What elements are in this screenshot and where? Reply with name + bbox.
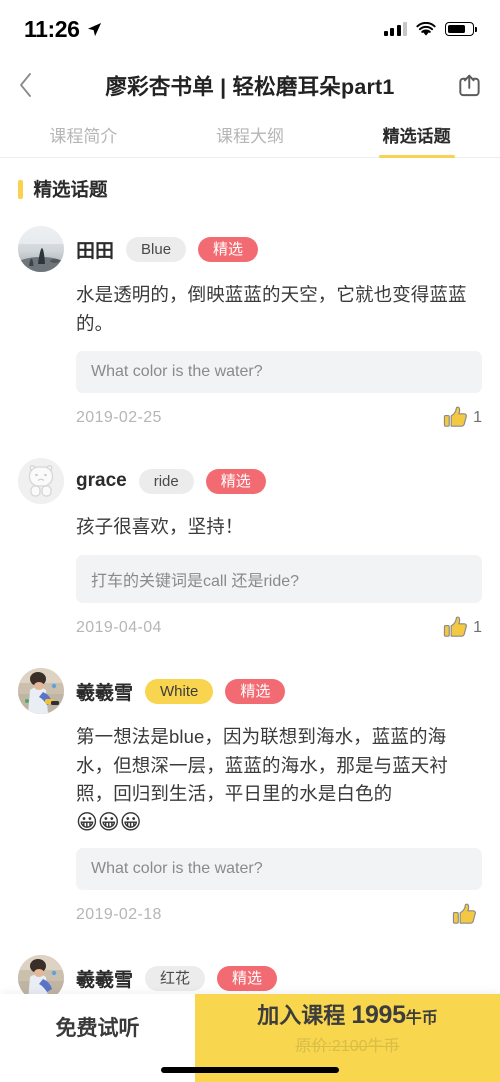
featured-badge: 精选: [198, 236, 259, 262]
comment-text: 水是透明的，倒映蓝蓝的天空，它就也变得蓝蓝的。: [76, 284, 467, 334]
like-count: 1: [473, 618, 482, 636]
comment-body: 水是透明的，倒映蓝蓝的天空，它就也变得蓝蓝的。 What color is th…: [18, 281, 482, 444]
comment-text: 孩子很喜欢，坚持！: [76, 516, 244, 538]
tab-course-outline[interactable]: 课程大纲: [167, 112, 334, 157]
page-title: 廖彩杏书单 | 轻松磨耳朵part1: [105, 74, 395, 99]
comment-question: 打车的关键词是call 还是ride?: [76, 555, 482, 604]
join-course-price: 1995: [351, 1001, 406, 1029]
thumbs-up-icon: [452, 903, 476, 924]
featured-badge: 精选: [225, 678, 286, 704]
comment-meta: 2019-02-25 1: [76, 405, 482, 444]
comment-text: 第一想法是blue，因为联想到海水，蓝蓝的海水，但想深一层，蓝蓝的海水，那是与蓝…: [76, 726, 449, 805]
comment-meta: 2019-02-18: [76, 902, 482, 941]
status-indicators: [383, 21, 477, 37]
like-count: 1: [473, 408, 482, 426]
comment-date: 2019-04-04: [76, 618, 162, 636]
like-button[interactable]: 1: [443, 405, 482, 430]
tab-course-intro[interactable]: 课程简介: [0, 112, 167, 157]
comment-question: What color is the water?: [76, 848, 482, 891]
featured-badge: 精选: [205, 468, 266, 494]
free-trial-label: 免费试听: [55, 1017, 140, 1040]
comment-date: 2019-02-18: [76, 905, 162, 923]
cellular-signal-icon: [383, 22, 407, 36]
status-bar: 11:26: [0, 0, 500, 58]
nav-bar: 廖彩杏书单 | 轻松磨耳朵part1: [0, 58, 500, 112]
tab-label: 课程简介: [49, 127, 118, 146]
thumbs-up-icon: [443, 616, 468, 637]
comment-date: 2019-02-25: [76, 408, 162, 426]
section-header: 精选话题: [0, 158, 500, 212]
avatar[interactable]: [18, 226, 64, 272]
bottom-action-bar: 免费试听 加入课程 1995牛币 原价:2100牛币: [0, 994, 500, 1082]
tab-label: 课程大纲: [216, 127, 284, 146]
comment-item[interactable]: grace ride 精选 孩子很喜欢，坚持！ 打车的关键词是call 还是ri…: [0, 444, 500, 654]
comment-meta: 2019-04-04 1: [76, 615, 482, 654]
avatar[interactable]: [18, 668, 64, 715]
join-course-unit: 牛币: [405, 1010, 438, 1027]
join-course-label: 加入课程 1995牛币: [257, 998, 438, 1030]
seascape-photo-avatar: [18, 226, 64, 272]
like-button[interactable]: [452, 902, 482, 927]
comment-item[interactable]: 羲羲雪 White 精选 第一想法是blue，因为联想到海水，蓝蓝的海水，但想深…: [0, 654, 500, 941]
comment-feed: 田田 Blue 精选 水是透明的，倒映蓝蓝的天空，它就也变得蓝蓝的。 What …: [0, 212, 500, 1002]
section-title-text: 精选话题: [33, 179, 108, 200]
chevron-left-icon: [20, 73, 31, 97]
comment-tag: ride: [138, 468, 194, 494]
comment-username: 羲羲雪: [76, 682, 134, 704]
status-time-group: 11:26: [24, 16, 102, 43]
like-button[interactable]: 1: [443, 615, 482, 640]
thumbs-up-icon: [443, 406, 468, 428]
location-arrow-icon: [87, 22, 101, 36]
comment-username: grace: [76, 470, 127, 492]
comment-question: What color is the water?: [76, 351, 482, 394]
tab-label: 精选话题: [382, 127, 451, 146]
cartoon-bear-avatar: [18, 458, 64, 505]
join-course-text: 加入课程: [257, 1003, 346, 1028]
comment-tag: 红花: [145, 965, 206, 991]
tab-featured-topics[interactable]: 精选话题: [333, 112, 500, 157]
original-price: 原价:2100牛币: [295, 1038, 400, 1055]
comment-body: 第一想法是blue，因为联想到海水，蓝蓝的海水，但想深一层，蓝蓝的海水，那是与蓝…: [18, 723, 482, 941]
comment-body: 孩子很喜欢，坚持！ 打车的关键词是call 还是ride? 2019-04-04…: [18, 513, 482, 654]
battery-icon: [445, 22, 477, 36]
home-indicator: [161, 1067, 339, 1073]
comment-header: grace ride 精选: [18, 458, 482, 505]
comment-username: 羲羲雪: [76, 969, 134, 991]
comment-tag: Blue: [126, 236, 187, 262]
tab-bar: 课程简介 课程大纲 精选话题: [0, 112, 500, 158]
comment-header: 田田 Blue 精选: [18, 226, 482, 272]
comment-item[interactable]: 羲羲雪 红花 精选: [0, 941, 500, 1002]
section-accent-bar: [18, 179, 23, 199]
share-icon: [459, 74, 480, 96]
comment-item[interactable]: 田田 Blue 精选 水是透明的，倒映蓝蓝的天空，它就也变得蓝蓝的。 What …: [0, 212, 500, 444]
status-time: 11:26: [24, 15, 80, 42]
child-playing-photo-avatar: [18, 668, 64, 715]
comment-tag: White: [145, 678, 214, 704]
wifi-icon: [416, 21, 436, 36]
avatar[interactable]: [18, 458, 64, 505]
comment-header: 羲羲雪 White 精选: [18, 668, 482, 715]
comment-emoji: 😀😀😀: [76, 811, 142, 835]
featured-badge: 精选: [217, 965, 278, 991]
comment-username: 田田: [76, 240, 115, 262]
share-button[interactable]: [448, 72, 482, 99]
back-button[interactable]: [18, 72, 52, 98]
